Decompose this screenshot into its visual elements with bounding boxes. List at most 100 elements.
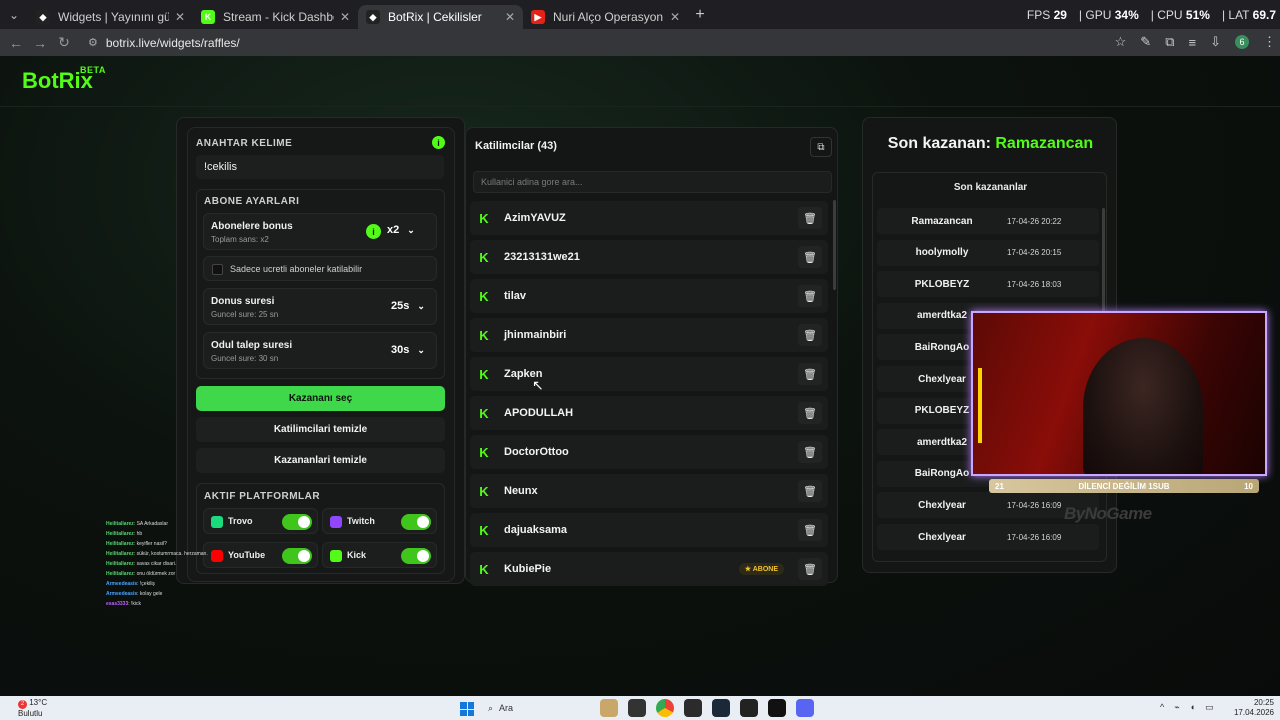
back-icon[interactable]: ← (4, 35, 28, 51)
participant-search-input[interactable]: Kullanici adina gore ara... (473, 171, 832, 193)
close-icon[interactable]: ✕ (670, 10, 680, 24)
chrome-icon[interactable] (656, 699, 674, 717)
close-icon[interactable]: ✕ (175, 10, 185, 24)
chat-message: Armeedeasis: kolay gele (106, 591, 163, 597)
chevron-up-icon[interactable]: ^ (1160, 702, 1164, 713)
start-icon[interactable] (460, 702, 474, 716)
discord-icon[interactable] (796, 699, 814, 717)
volume-icon[interactable]: ◖ (1190, 702, 1195, 713)
clear-winners-button[interactable]: Kazananlari temizle (196, 448, 445, 473)
last-winner-heading: Son kazanan: Ramazancan (863, 135, 1118, 153)
participant-row[interactable]: Ktilav 🗑 (470, 279, 828, 313)
paid-only-checkbox[interactable] (212, 264, 223, 275)
info-icon[interactable]: i (432, 136, 445, 149)
tab-title: BotRix | Cekilisler (388, 10, 482, 24)
chat-message: Heilitallarez: sükür, kostumrmaca. herza… (106, 551, 208, 557)
obs-icon[interactable] (768, 699, 786, 717)
trash-icon[interactable]: 🗑 (798, 207, 822, 229)
network-icon[interactable]: ⌁ (1174, 702, 1179, 713)
duration-title: Donus suresi (211, 296, 275, 307)
browser-tab[interactable]: ◆ BotRix | Cekilisler ✕ (358, 5, 523, 29)
participant-row[interactable]: K 23213131we21 🗑 (470, 240, 828, 274)
participant-row[interactable]: K Zapken 🗑 (470, 357, 828, 391)
clock-time: 20:25 (1253, 698, 1274, 707)
reload-icon[interactable]: ↻ (52, 34, 76, 51)
new-tab-button[interactable]: + (688, 6, 712, 24)
platform-icon (330, 550, 342, 562)
browser-tab[interactable]: K Stream - Kick Dashboard ✕ (193, 5, 358, 29)
participant-row[interactable]: K AzimYAVUZ 🗑 (470, 201, 828, 235)
app-icon-terminal[interactable] (628, 699, 646, 717)
app-icon-photos[interactable] (600, 699, 618, 717)
duration-select[interactable]: 25s ⌄ (391, 300, 425, 312)
tab-favicon-icon: K (201, 10, 215, 24)
url-field[interactable]: ⚙ botrix.live/widgets/raffles/ (80, 32, 1150, 53)
claim-select[interactable]: 30s ⌄ (391, 344, 425, 356)
pick-winner-button[interactable]: Kazananı seç (196, 386, 445, 411)
menu-kebab-icon[interactable]: ⋮ (1263, 34, 1276, 50)
winner-row: Chexlyear 17-04-26 16:09 (877, 524, 1099, 550)
chat-user: Heilitallarez (106, 551, 134, 557)
profile-avatar[interactable]: 6 (1235, 35, 1249, 49)
keyword-input[interactable]: !cekilis (196, 155, 444, 179)
sub-bonus-info-icon[interactable]: i (366, 224, 381, 239)
participant-row[interactable]: K DoctorOttoo 🗑 (470, 435, 828, 469)
system-tray: ^ ⌁ ◖ ▭ (1160, 702, 1214, 713)
paid-only-row[interactable]: Sadece ucretli aboneler katilabilir (203, 256, 437, 281)
tab-search-button[interactable]: ⌄ (0, 0, 28, 29)
clear-participants-button[interactable]: Katilimcilari temizle (196, 417, 445, 442)
close-icon[interactable]: ✕ (505, 10, 515, 24)
chat-overlay: Heilitallarez: SA Arkadaslar Heilitallare… (106, 497, 226, 662)
participant-row[interactable]: Kdajuaksama 🗑 (470, 513, 828, 547)
chat-user: Heilitallarez (106, 531, 134, 537)
participant-name: APODULLAH (504, 407, 574, 419)
platform-toggle[interactable] (282, 514, 312, 530)
trash-icon[interactable]: 🗑 (798, 402, 822, 424)
trash-icon[interactable]: 🗑 (798, 480, 822, 502)
forward-icon[interactable]: → (28, 35, 52, 51)
copy-icon[interactable]: ⧉ (810, 137, 832, 157)
trash-icon[interactable]: 🗑 (798, 246, 822, 268)
site-info-icon[interactable]: ⚙ (88, 36, 98, 49)
notification-badge: 2 (18, 700, 27, 709)
claim-value: 30s (391, 344, 410, 356)
platform-toggle[interactable] (282, 548, 312, 564)
close-icon[interactable]: ✕ (340, 10, 350, 24)
participant-name: Neunx (504, 485, 538, 497)
chat-text: hb (136, 531, 143, 537)
participant-row[interactable]: K KubiePie ★ ABONE 🗑 (470, 552, 828, 586)
taskbar-clock[interactable]: 20:25 17.04.2026 (1234, 698, 1274, 718)
brand-logo[interactable]: BotRix BETA (22, 65, 105, 94)
browser-tab[interactable]: ▶ Nuri Alço Operasyon Müziği… ✕ (523, 5, 688, 29)
download-icon[interactable]: ⇩ (1210, 34, 1221, 50)
participant-row[interactable]: Kjhinmainbiri 🗑 (470, 318, 828, 352)
trash-icon[interactable]: 🗑 (798, 519, 822, 541)
trash-icon[interactable]: 🗑 (798, 363, 822, 385)
media-icon[interactable]: ≡ (1189, 35, 1197, 50)
trash-icon[interactable]: 🗑 (798, 285, 822, 307)
app-icon-media[interactable] (740, 699, 758, 717)
taskbar-search[interactable]: ⌕ Ara (488, 699, 588, 717)
extension-pin-icon[interactable]: ✎ (1140, 34, 1151, 50)
battery-icon[interactable]: ▭ (1205, 702, 1214, 713)
participant-row[interactable]: K Neunx 🗑 (470, 474, 828, 508)
extensions-icon[interactable]: ⧉ (1165, 34, 1174, 50)
weather-widget[interactable]: 2 13°C Bulutlu (18, 698, 47, 718)
browser-tab[interactable]: ◆ Widgets | Yayınını güçlendirme… ✕ (28, 5, 193, 29)
platform-toggle[interactable] (401, 514, 431, 530)
participant-name: dajuaksama (504, 524, 567, 536)
app-icon-league[interactable] (684, 699, 702, 717)
trash-icon[interactable]: 🗑 (798, 558, 822, 580)
participant-row[interactable]: K APODULLAH 🗑 (470, 396, 828, 430)
steam-icon[interactable] (712, 699, 730, 717)
subscriber-badge: ★ ABONE (738, 563, 784, 575)
winners-scrollbar[interactable] (1102, 208, 1105, 318)
trash-icon[interactable]: 🗑 (798, 441, 822, 463)
trash-icon[interactable]: 🗑 (798, 324, 822, 346)
chat-user: Heilitallarez (106, 521, 134, 527)
goal-right: 10 (1244, 481, 1253, 491)
bookmark-star-icon[interactable]: ☆ (1115, 34, 1127, 50)
sub-bonus-select[interactable]: x2 ⌄ (387, 224, 415, 236)
platform-toggle[interactable] (401, 548, 431, 564)
participants-scrollbar[interactable] (833, 200, 836, 290)
